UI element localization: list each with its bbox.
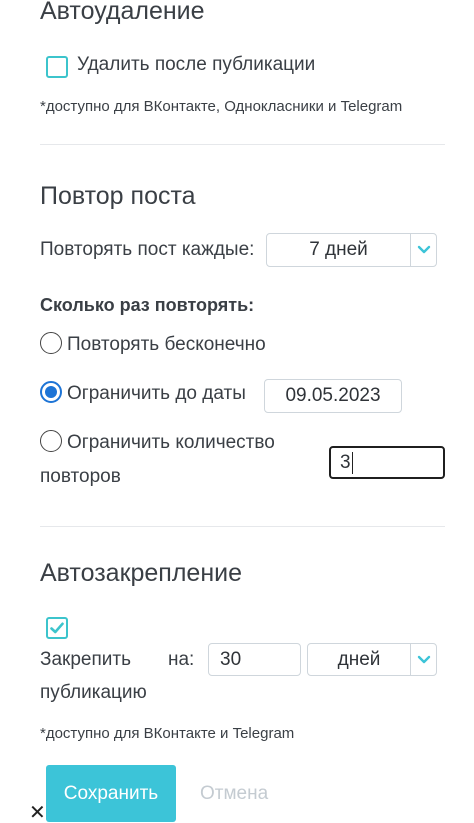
pin-amount-input[interactable]: 30 <box>208 643 301 676</box>
radio-limit-count[interactable] <box>40 430 62 452</box>
pin-unit-select[interactable]: дней <box>307 643 437 676</box>
autodelete-note: *доступно для ВКонтакте, Однокласники и … <box>40 98 403 115</box>
pin-note: *доступно для ВКонтакте и Telegram <box>40 725 295 742</box>
pin-label-on: на: <box>168 649 195 670</box>
pin-label-cont: публикацию <box>40 682 147 703</box>
radio-limit-count-label[interactable]: Ограничить количество <box>67 432 275 454</box>
autodelete-title: Автоудаление <box>40 0 205 25</box>
text-cursor <box>351 451 353 474</box>
chevron-down-icon <box>410 234 436 266</box>
close-icon[interactable]: ✕ <box>29 803 46 823</box>
limit-count-input[interactable]: 3 <box>329 446 445 479</box>
repeat-title: Повтор поста <box>40 182 196 210</box>
radio-limit-count-label-cont[interactable]: повторов <box>40 466 121 488</box>
radio-repeat-infinite-label[interactable]: Повторять бесконечно <box>67 334 266 356</box>
repeat-interval-select[interactable]: 7 дней <box>266 233 437 267</box>
autodelete-checkbox[interactable] <box>46 56 68 78</box>
radio-limit-date-label[interactable]: Ограничить до даты <box>67 383 246 405</box>
save-button[interactable]: Сохранить <box>46 765 176 822</box>
pin-unit-value: дней <box>337 648 381 670</box>
cancel-button[interactable]: Отмена <box>200 765 268 822</box>
check-icon <box>50 622 64 634</box>
chevron-down-icon <box>410 644 436 675</box>
autodelete-checkbox-label[interactable]: Удалить после публикации <box>77 54 315 76</box>
radio-repeat-infinite[interactable] <box>40 332 62 354</box>
repeat-every-label: Повторять пост каждые: <box>40 239 255 260</box>
pin-title: Автозакрепление <box>40 559 243 587</box>
radio-dot <box>45 386 57 398</box>
repeat-interval-value: 7 дней <box>309 239 368 260</box>
repeat-count-heading: Сколько раз повторять: <box>40 295 255 315</box>
section-divider <box>40 526 445 527</box>
radio-limit-date[interactable] <box>40 381 62 403</box>
pin-checkbox[interactable] <box>46 617 68 639</box>
pin-label: Закрепить <box>40 649 131 670</box>
limit-count-value: 3 <box>340 451 351 473</box>
limit-date-input[interactable]: 09.05.2023 <box>264 379 402 413</box>
section-divider <box>40 144 445 145</box>
